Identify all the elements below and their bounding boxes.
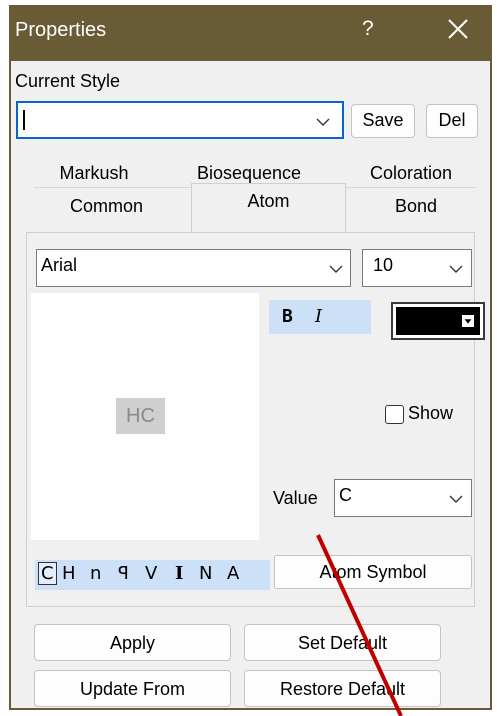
tab-bond[interactable]: Bond xyxy=(351,196,481,217)
window-title: Properties xyxy=(15,19,107,41)
format-toolbar: B I xyxy=(269,300,371,334)
value-current: C xyxy=(339,485,352,505)
help-button[interactable]: ? xyxy=(362,17,374,41)
update-from-button[interactable]: Update From xyxy=(34,670,231,707)
current-style-label: Current Style xyxy=(15,71,121,91)
show-label: Show xyxy=(408,403,454,423)
atom-symbol-button[interactable]: Atom Symbol xyxy=(274,555,472,589)
set-default-button[interactable]: Set Default xyxy=(244,624,441,661)
title-bar: Properties ? xyxy=(11,7,490,61)
chevron-down-icon xyxy=(329,265,343,273)
chevron-down-icon xyxy=(449,265,463,273)
save-button[interactable]: Save xyxy=(351,104,415,138)
italic-button[interactable]: I xyxy=(315,306,322,327)
apply-button[interactable]: Apply xyxy=(34,624,231,661)
symbol-option-v[interactable]: V xyxy=(145,563,157,584)
symbol-option-n-lower[interactable]: n xyxy=(90,563,101,584)
bold-button[interactable]: B xyxy=(282,306,293,327)
symbol-option-c[interactable]: C xyxy=(38,562,57,585)
preview-label: HC xyxy=(116,398,165,434)
dropdown-arrow-icon xyxy=(461,314,475,328)
value-combo[interactable]: C xyxy=(334,479,472,517)
tab-coloration[interactable]: Coloration xyxy=(336,163,486,184)
tab-atom[interactable]: Atom xyxy=(191,191,346,212)
restore-default-button[interactable]: Restore Default xyxy=(244,670,441,707)
font-size-combo[interactable]: 10 xyxy=(362,249,472,287)
del-button[interactable]: Del xyxy=(426,104,478,138)
properties-dialog: Properties ? Current Style Save Del Mark… xyxy=(9,5,492,710)
symbol-option-reversed-p[interactable]: ꟼ xyxy=(118,563,129,584)
value-label: Value xyxy=(273,488,318,508)
symbol-option-i[interactable]: I xyxy=(175,563,183,584)
atom-symbol-selector: C H n ꟼ V I N A xyxy=(35,560,270,590)
tab-common[interactable]: Common xyxy=(24,196,189,217)
font-family-value: Arial xyxy=(41,255,78,275)
font-size-value: 10 xyxy=(373,255,394,275)
symbol-option-a[interactable]: A xyxy=(227,563,239,584)
font-family-combo[interactable]: Arial xyxy=(36,249,351,287)
tab-markush[interactable]: Markush xyxy=(24,163,164,184)
tab-biosequence[interactable]: Biosequence xyxy=(174,163,324,184)
symbol-option-h[interactable]: H xyxy=(62,563,76,584)
symbol-option-n[interactable]: N xyxy=(199,563,212,584)
close-icon[interactable] xyxy=(444,15,472,43)
show-checkbox[interactable] xyxy=(385,405,404,424)
chevron-down-icon xyxy=(449,495,463,503)
text-cursor xyxy=(23,110,25,130)
chevron-down-icon xyxy=(316,118,330,126)
color-picker-button[interactable] xyxy=(391,302,485,340)
current-style-combo[interactable] xyxy=(16,101,344,139)
